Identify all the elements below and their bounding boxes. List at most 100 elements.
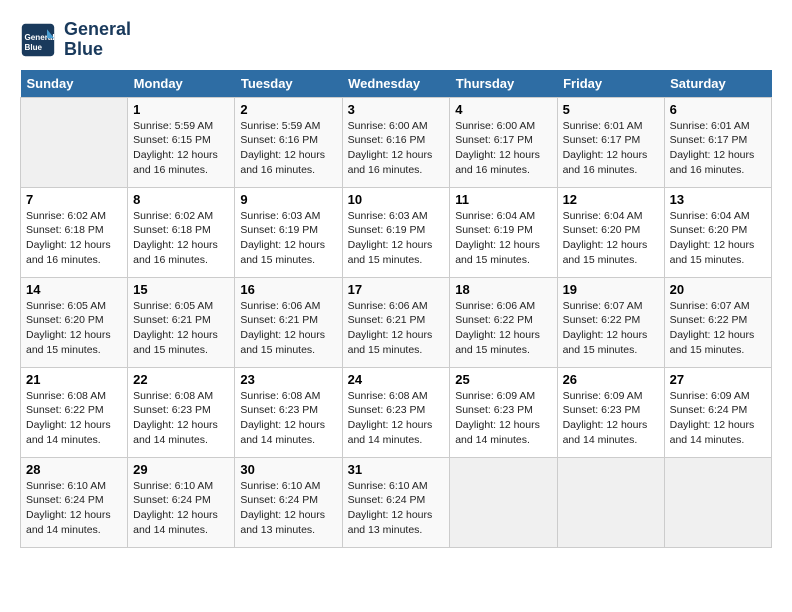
- day-number: 21: [26, 372, 122, 387]
- day-number: 24: [348, 372, 445, 387]
- day-info: Sunrise: 6:09 AMSunset: 6:23 PMDaylight:…: [563, 389, 659, 448]
- day-number: 18: [455, 282, 551, 297]
- page-header: General Blue General Blue: [20, 20, 772, 60]
- day-info: Sunrise: 6:06 AMSunset: 6:22 PMDaylight:…: [455, 299, 551, 358]
- calendar-cell: 11 Sunrise: 6:04 AMSunset: 6:19 PMDayligh…: [450, 187, 557, 277]
- calendar-cell: 30 Sunrise: 6:10 AMSunset: 6:24 PMDayligh…: [235, 457, 342, 547]
- calendar-cell: 31 Sunrise: 6:10 AMSunset: 6:24 PMDayligh…: [342, 457, 450, 547]
- day-info: Sunrise: 6:04 AMSunset: 6:20 PMDaylight:…: [670, 209, 766, 268]
- calendar-cell: 12 Sunrise: 6:04 AMSunset: 6:20 PMDayligh…: [557, 187, 664, 277]
- day-number: 7: [26, 192, 122, 207]
- day-info: Sunrise: 6:00 AMSunset: 6:16 PMDaylight:…: [348, 119, 445, 178]
- day-info: Sunrise: 6:06 AMSunset: 6:21 PMDaylight:…: [240, 299, 336, 358]
- week-row-1: 1Sunrise: 5:59 AMSunset: 6:15 PMDaylight…: [21, 97, 772, 187]
- day-info: Sunrise: 6:04 AMSunset: 6:20 PMDaylight:…: [563, 209, 659, 268]
- calendar-cell: 16Sunrise: 6:06 AMSunset: 6:21 PMDayligh…: [235, 277, 342, 367]
- day-number: 4: [455, 102, 551, 117]
- day-info: Sunrise: 6:05 AMSunset: 6:21 PMDaylight:…: [133, 299, 229, 358]
- day-number: 10: [348, 192, 445, 207]
- day-info: Sunrise: 6:09 AMSunset: 6:23 PMDaylight:…: [455, 389, 551, 448]
- calendar-cell: 18 Sunrise: 6:06 AMSunset: 6:22 PMDayligh…: [450, 277, 557, 367]
- week-row-3: 14Sunrise: 6:05 AMSunset: 6:20 PMDayligh…: [21, 277, 772, 367]
- day-info: Sunrise: 6:03 AMSunset: 6:19 PMDaylight:…: [240, 209, 336, 268]
- day-info: Sunrise: 6:01 AMSunset: 6:17 PMDaylight:…: [670, 119, 766, 178]
- column-header-wednesday: Wednesday: [342, 70, 450, 98]
- day-number: 3: [348, 102, 445, 117]
- day-info: Sunrise: 6:03 AMSunset: 6:19 PMDaylight:…: [348, 209, 445, 268]
- logo-text-line1: General: [64, 20, 131, 40]
- day-number: 13: [670, 192, 766, 207]
- day-number: 1: [133, 102, 229, 117]
- day-number: 26: [563, 372, 659, 387]
- day-number: 2: [240, 102, 336, 117]
- calendar-cell: 2 Sunrise: 5:59 AMSunset: 6:16 PMDaylight…: [235, 97, 342, 187]
- calendar-cell: [664, 457, 771, 547]
- day-number: 12: [563, 192, 659, 207]
- day-number: 31: [348, 462, 445, 477]
- day-number: 22: [133, 372, 229, 387]
- week-row-5: 28 Sunrise: 6:10 AMSunset: 6:24 PMDayligh…: [21, 457, 772, 547]
- day-info: Sunrise: 6:02 AMSunset: 6:18 PMDaylight:…: [133, 209, 229, 268]
- day-number: 28: [26, 462, 122, 477]
- day-info: Sunrise: 6:02 AMSunset: 6:18 PMDaylight:…: [26, 209, 122, 268]
- calendar-cell: 28 Sunrise: 6:10 AMSunset: 6:24 PMDayligh…: [21, 457, 128, 547]
- calendar-cell: [450, 457, 557, 547]
- column-header-thursday: Thursday: [450, 70, 557, 98]
- day-info: Sunrise: 6:06 AMSunset: 6:21 PMDaylight:…: [348, 299, 445, 358]
- calendar-cell: 4Sunrise: 6:00 AMSunset: 6:17 PMDaylight…: [450, 97, 557, 187]
- day-info: Sunrise: 6:07 AMSunset: 6:22 PMDaylight:…: [563, 299, 659, 358]
- svg-text:Blue: Blue: [25, 43, 43, 52]
- column-header-saturday: Saturday: [664, 70, 771, 98]
- day-info: Sunrise: 6:01 AMSunset: 6:17 PMDaylight:…: [563, 119, 659, 178]
- calendar-cell: 21 Sunrise: 6:08 AMSunset: 6:22 PMDayligh…: [21, 367, 128, 457]
- day-number: 6: [670, 102, 766, 117]
- day-number: 11: [455, 192, 551, 207]
- day-info: Sunrise: 6:04 AMSunset: 6:19 PMDaylight:…: [455, 209, 551, 268]
- day-info: Sunrise: 6:07 AMSunset: 6:22 PMDaylight:…: [670, 299, 766, 358]
- day-number: 9: [240, 192, 336, 207]
- logo: General Blue General Blue: [20, 20, 131, 60]
- week-row-4: 21 Sunrise: 6:08 AMSunset: 6:22 PMDayligh…: [21, 367, 772, 457]
- calendar-cell: 19Sunrise: 6:07 AMSunset: 6:22 PMDayligh…: [557, 277, 664, 367]
- column-header-tuesday: Tuesday: [235, 70, 342, 98]
- day-info: Sunrise: 5:59 AMSunset: 6:16 PMDaylight:…: [240, 119, 336, 178]
- day-number: 30: [240, 462, 336, 477]
- calendar-cell: 7 Sunrise: 6:02 AMSunset: 6:18 PMDaylight…: [21, 187, 128, 277]
- day-number: 8: [133, 192, 229, 207]
- day-number: 23: [240, 372, 336, 387]
- calendar-cell: 10 Sunrise: 6:03 AMSunset: 6:19 PMDayligh…: [342, 187, 450, 277]
- day-number: 15: [133, 282, 229, 297]
- calendar-cell: [21, 97, 128, 187]
- day-info: Sunrise: 6:08 AMSunset: 6:23 PMDaylight:…: [133, 389, 229, 448]
- day-info: Sunrise: 6:08 AMSunset: 6:23 PMDaylight:…: [348, 389, 445, 448]
- day-number: 17: [348, 282, 445, 297]
- day-info: Sunrise: 6:08 AMSunset: 6:22 PMDaylight:…: [26, 389, 122, 448]
- calendar-cell: 14Sunrise: 6:05 AMSunset: 6:20 PMDayligh…: [21, 277, 128, 367]
- calendar-cell: 20 Sunrise: 6:07 AMSunset: 6:22 PMDayligh…: [664, 277, 771, 367]
- calendar-table: SundayMondayTuesdayWednesdayThursdayFrid…: [20, 70, 772, 548]
- calendar-cell: 9 Sunrise: 6:03 AMSunset: 6:19 PMDaylight…: [235, 187, 342, 277]
- day-info: Sunrise: 6:10 AMSunset: 6:24 PMDaylight:…: [240, 479, 336, 538]
- calendar-cell: 5 Sunrise: 6:01 AMSunset: 6:17 PMDaylight…: [557, 97, 664, 187]
- logo-text-line2: Blue: [64, 40, 131, 60]
- day-number: 5: [563, 102, 659, 117]
- calendar-cell: 1Sunrise: 5:59 AMSunset: 6:15 PMDaylight…: [128, 97, 235, 187]
- calendar-cell: 3 Sunrise: 6:00 AMSunset: 6:16 PMDaylight…: [342, 97, 450, 187]
- calendar-cell: 29Sunrise: 6:10 AMSunset: 6:24 PMDayligh…: [128, 457, 235, 547]
- day-info: Sunrise: 6:10 AMSunset: 6:24 PMDaylight:…: [133, 479, 229, 538]
- logo-icon: General Blue: [20, 22, 56, 58]
- day-number: 20: [670, 282, 766, 297]
- calendar-cell: 17 Sunrise: 6:06 AMSunset: 6:21 PMDayligh…: [342, 277, 450, 367]
- day-info: Sunrise: 6:10 AMSunset: 6:24 PMDaylight:…: [348, 479, 445, 538]
- calendar-cell: 23Sunrise: 6:08 AMSunset: 6:23 PMDayligh…: [235, 367, 342, 457]
- day-number: 27: [670, 372, 766, 387]
- calendar-cell: 22 Sunrise: 6:08 AMSunset: 6:23 PMDayligh…: [128, 367, 235, 457]
- calendar-cell: 6 Sunrise: 6:01 AMSunset: 6:17 PMDaylight…: [664, 97, 771, 187]
- calendar-cell: 26 Sunrise: 6:09 AMSunset: 6:23 PMDayligh…: [557, 367, 664, 457]
- calendar-cell: 13 Sunrise: 6:04 AMSunset: 6:20 PMDayligh…: [664, 187, 771, 277]
- day-info: Sunrise: 6:10 AMSunset: 6:24 PMDaylight:…: [26, 479, 122, 538]
- day-info: Sunrise: 6:09 AMSunset: 6:24 PMDaylight:…: [670, 389, 766, 448]
- day-info: Sunrise: 6:05 AMSunset: 6:20 PMDaylight:…: [26, 299, 122, 358]
- calendar-cell: 25Sunrise: 6:09 AMSunset: 6:23 PMDayligh…: [450, 367, 557, 457]
- calendar-cell: [557, 457, 664, 547]
